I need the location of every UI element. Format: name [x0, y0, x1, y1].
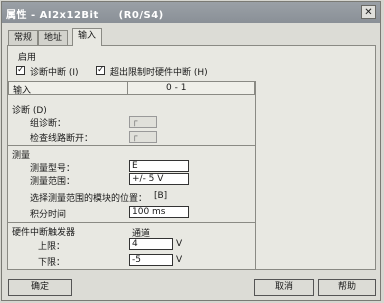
upper-limit-label: 上限： [38, 242, 66, 252]
title-bar[interactable]: 属性 - AI2x12Bit (R0/S4) ✕ [2, 2, 380, 23]
limit-interrupt-label: 超出限制时硬件中断 (H) [110, 68, 208, 78]
table-header-input: 输入 [8, 81, 128, 96]
window-title: 属性 - AI2x12Bit (R0/S4) [6, 10, 164, 21]
divider [8, 222, 255, 223]
limit-interrupt-checkbox[interactable]: ✓ [96, 66, 105, 75]
module-position-value: [B] [154, 191, 168, 201]
wire-break-checkbox[interactable]: ┌ [129, 131, 157, 143]
diagnostic-interrupt-label: 诊断中断 (I) [30, 68, 79, 78]
lower-limit-label: 下限： [38, 258, 66, 268]
measurement-range-field[interactable]: +/- 5 V [129, 173, 189, 185]
cancel-button[interactable]: 取消 [254, 279, 314, 296]
measurement-type-field[interactable]: E [129, 160, 189, 172]
lower-limit-field[interactable]: -5 [129, 254, 173, 266]
tab-address[interactable]: 地址 [38, 30, 69, 45]
measurement-range-label: 测量范围： [30, 177, 76, 187]
module-position-label: 选择测量范围的模块的位置： [30, 194, 148, 204]
diagnostic-interrupt-checkbox[interactable]: ✓ [16, 66, 25, 75]
integration-time-field[interactable]: 100 ms [129, 206, 189, 218]
measurement-heading: 测量 [12, 151, 31, 161]
table-header-channel: 0 - 1 [127, 81, 255, 95]
table-right-border [255, 81, 256, 269]
upper-limit-unit: V [176, 239, 183, 249]
properties-dialog: 属性 - AI2x12Bit (R0/S4) ✕ 常规 地址 输入 启用 ✓ 诊… [1, 1, 381, 301]
table-header-input-label: 输入 [13, 86, 32, 96]
lower-limit-unit: V [176, 255, 183, 265]
wire-break-label: 检查线路断开： [30, 134, 94, 144]
table-header-channel-label: 0 - 1 [166, 83, 187, 93]
tab-panel-input: 启用 ✓ 诊断中断 (I) ✓ 超出限制时硬件中断 (H) 输入 0 - 1 诊… [7, 45, 376, 270]
close-button[interactable]: ✕ [361, 5, 376, 19]
hw-interrupt-heading: 硬件中断触发器 [12, 228, 76, 238]
tab-general[interactable]: 常规 [8, 30, 39, 45]
close-icon: ✕ [364, 7, 373, 18]
group-diagnostic-checkbox[interactable]: ┌ [129, 116, 157, 128]
enable-heading: 启用 [18, 53, 37, 63]
group-diagnostic-label: 组诊断： [30, 119, 67, 129]
help-button[interactable]: 帮助 [318, 279, 376, 296]
ok-button[interactable]: 确定 [8, 279, 72, 296]
measurement-type-label: 测量型号： [30, 164, 76, 174]
divider [8, 145, 255, 146]
tab-input[interactable]: 输入 [72, 28, 103, 46]
upper-limit-field[interactable]: 4 [129, 238, 173, 250]
diagnostics-heading: 诊断 (D) [12, 106, 47, 116]
integration-time-label: 积分时间 [30, 210, 67, 220]
